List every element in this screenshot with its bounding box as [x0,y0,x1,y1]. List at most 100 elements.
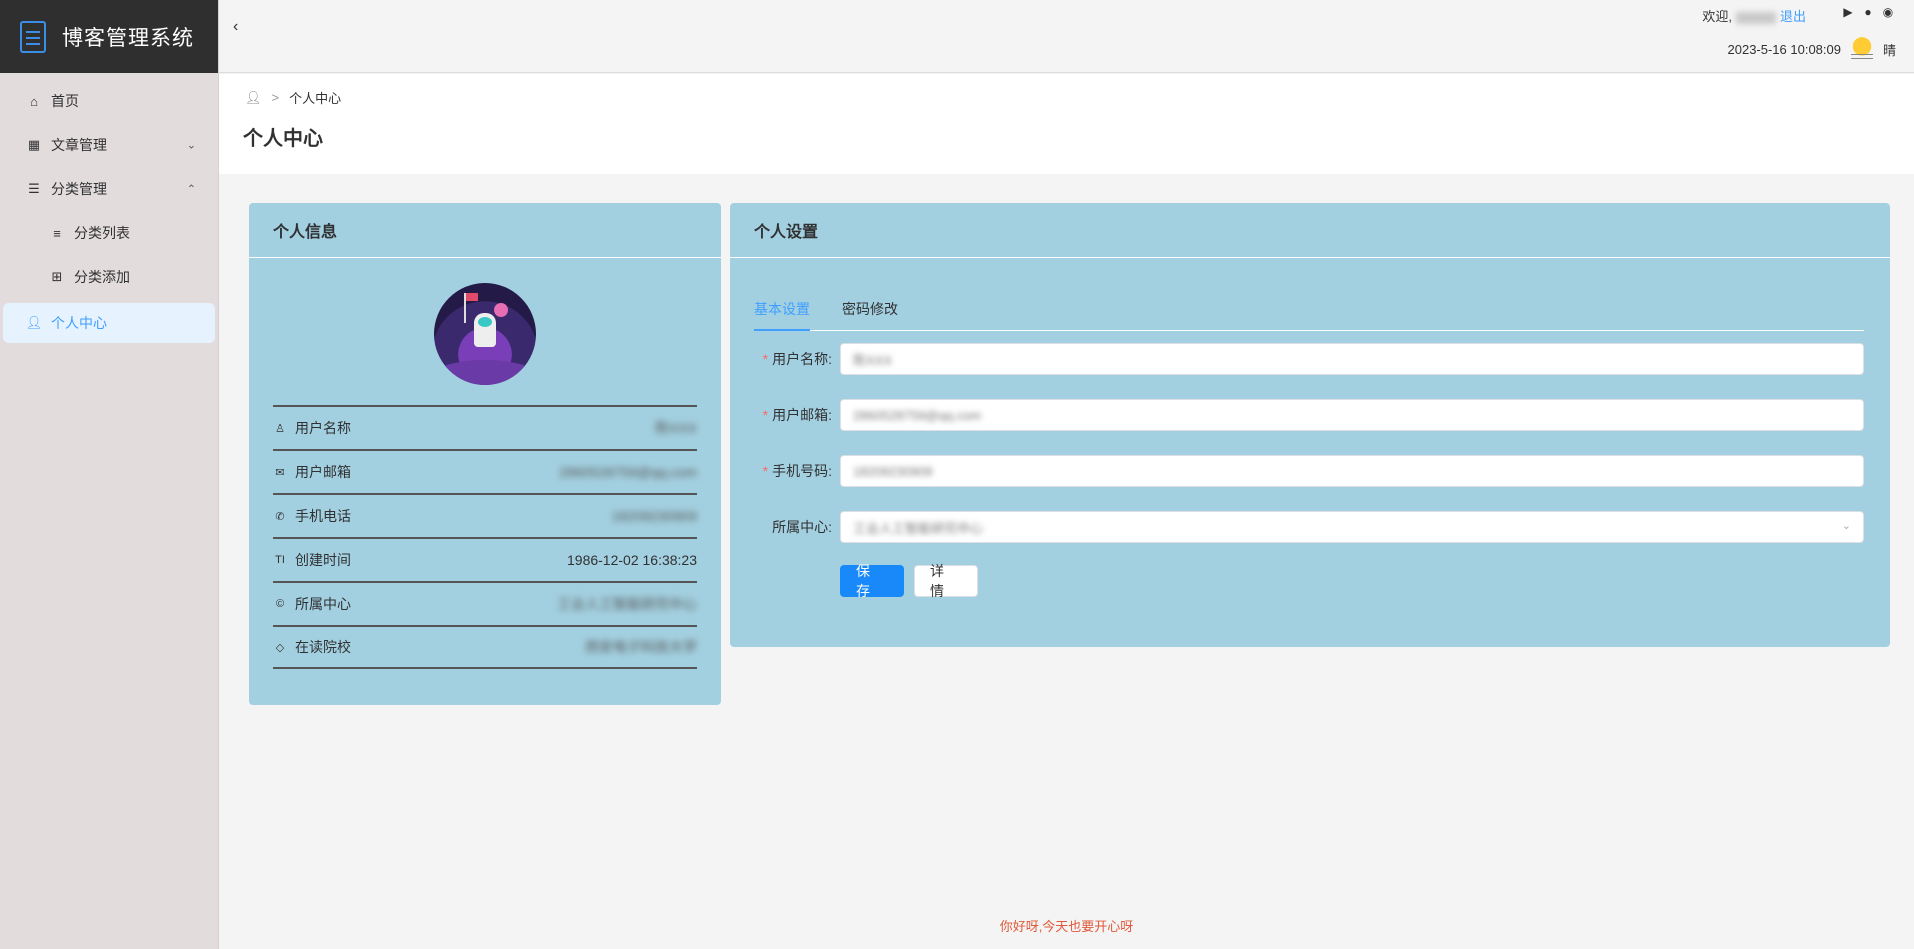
grid-icon: ▦ [27,137,41,152]
profile-info-list: ♙ 用户名称 陈XXX ✉ 用户邮箱 2860528759@qq.com ✆ 手… [273,405,697,669]
info-value: 陈XXX [654,420,697,436]
info-value: 18209230909 [611,508,697,524]
settings-tabs: 基本设置 密码修改 [754,293,1864,331]
list-icon: ≡ [53,225,61,241]
chevron-down-icon: ⌄ [186,139,196,152]
field-value: 陈XXX [853,352,893,368]
breadcrumb: 👤︎ > 个人中心 [245,88,341,107]
datetime: 2023-5-16 10:08:09 [1727,41,1841,57]
tag-icon: ◇ [275,641,285,654]
username-blurred [1735,11,1776,24]
page-header: 👤︎ > 个人中心 个人中心 [219,74,1914,174]
mail-icon: ✉ [275,466,285,479]
field-value: 2860528759@qq.com [853,407,982,423]
form-row-username: * 用户名称: 陈XXX [754,343,1864,375]
required-marker: * [762,351,769,367]
sidebar: 博客管理系统 ⌂ 首页 ▦ 文章管理 ⌄ ☰ 分类管理 ⌃ ≡ 分类列表 ⊞ 分… [0,0,219,949]
sidebar-item-category-list[interactable]: ≡ 分类列表 [0,211,218,255]
sidebar-item-label: 分类添加 [74,269,130,285]
sidebar-menu: ⌂ 首页 ▦ 文章管理 ⌄ ☰ 分类管理 ⌃ ≡ 分类列表 ⊞ 分类添加 👤︎ … [0,73,218,343]
welcome-area: 欢迎, 退出 [1702,6,1806,25]
info-label: 手机电话 [295,508,351,524]
sidebar-item-label: 分类管理 [51,181,107,197]
phone-field[interactable]: 18209230909 [840,455,1864,487]
username-field[interactable]: 陈XXX [840,343,1864,375]
info-label: 在读院校 [295,639,351,655]
sidebar-item-profile[interactable]: 👤︎ 个人中心 [3,303,215,343]
avatar-planet [494,303,508,317]
sidebar-item-articles[interactable]: ▦ 文章管理 ⌄ [0,123,218,167]
email-field[interactable]: 2860528759@qq.com [840,399,1864,431]
breadcrumb-current: 个人中心 [289,91,342,106]
info-value: 2860528759@qq.com [559,464,697,480]
detail-button[interactable]: 详 情 [914,563,978,599]
form-label-text: 用户名称: [772,351,832,367]
sidebar-item-home[interactable]: ⌂ 首页 [0,79,218,123]
weibo-icon[interactable]: ◉ [1880,5,1896,19]
info-row-email: ✉ 用户邮箱 2860528759@qq.com [273,449,697,493]
copyright-icon: © [275,598,285,610]
add-grid-icon: ⊞ [51,269,63,284]
page-title: 个人中心 [243,128,323,150]
sun-haze-icon [1848,36,1875,62]
weather-text: 晴 [1882,42,1896,58]
settings-card-title: 个人设置 [730,203,1890,258]
sidebar-item-category-add[interactable]: ⊞ 分类添加 [0,255,218,299]
info-label: 用户名称 [295,420,351,436]
tab-password-change[interactable]: 密码修改 [842,293,898,330]
logout-link[interactable]: 退出 [1780,9,1806,24]
list-indent-icon: ☰ [28,181,40,196]
profile-card: 个人信息 ♙ 用户名称 陈XXX ✉ 用户邮箱 2860528759@qq.co… [249,203,721,705]
required-marker: * [762,463,769,479]
form-label: * 用户邮箱: [754,405,840,425]
document-logo-icon [20,20,46,53]
info-row-center: © 所属中心 工业人工智能研究中心 [273,581,697,625]
sidebar-item-categories[interactable]: ☰ 分类管理 ⌃ [0,167,218,211]
settings-card: 个人设置 基本设置 密码修改 * 用户名称: 陈XXX * 用户邮箱: 286052… [730,203,1890,647]
field-value: 18209230909 [853,463,933,479]
form-label: * 手机号码: [754,461,840,481]
info-label: 创建时间 [295,552,351,568]
form-row-phone: * 手机号码: 18209230909 [754,455,1864,487]
info-label: 用户邮箱 [295,464,351,480]
social-links: ▶ ● ◉ [1840,5,1896,19]
info-row-created: TI 创建时间 1986-12-02 16:38:23 [273,537,697,581]
user-outline-icon: ♙ [275,422,285,435]
user-icon[interactable]: 👤︎ [245,90,262,106]
github-icon[interactable]: ● [1860,5,1876,19]
info-value: 1986-12-02 16:38:23 [567,552,697,568]
tab-basic-settings[interactable]: 基本设置 [754,293,810,331]
profile-card-title: 个人信息 [249,203,721,258]
chevron-down-icon: ⌄ [1841,520,1851,532]
chevron-up-icon: ⌃ [186,183,196,196]
field-value: 工业人工智能研究中心 [853,520,984,536]
info-row-username: ♙ 用户名称 陈XXX [273,405,697,449]
save-button[interactable]: 保 存 [840,563,904,599]
info-row-school: ◇ 在读院校 西安电子科技大学 [273,625,697,669]
form-buttons: 保 存 详 情 [754,563,1864,599]
user-icon: 👤︎ [25,315,43,330]
time-weather: 2023-5-16 10:08:09 晴 [1727,36,1896,62]
text-icon: TI [275,554,285,566]
form-row-center: 所属中心: 工业人工智能研究中心 ⌄ [754,511,1864,543]
avatar-astronaut [474,313,496,347]
info-row-phone: ✆ 手机电话 18209230909 [273,493,697,537]
youtube-icon[interactable]: ▶ [1840,5,1856,19]
form-label-text: 手机号码: [772,463,832,479]
form-label-text: 用户邮箱: [772,407,832,423]
sidebar-item-label: 首页 [51,93,79,109]
avatar-flag [464,293,478,323]
sidebar-item-label: 文章管理 [51,137,107,153]
avatar [434,283,536,385]
top-header: ‹ 欢迎, 退出 ▶ ● ◉ 2023-5-16 10:08:09 晴 [219,0,1914,73]
avatar-ground [434,360,536,385]
breadcrumb-separator: > [271,90,280,105]
collapse-sidebar-button[interactable]: ‹ [233,18,238,36]
app-title: 博客管理系统 [62,26,194,50]
phone-icon: ✆ [275,510,285,523]
form-label: * 用户名称: [754,349,840,369]
footer-greeting: 你好呀,今天也要开心呀 [999,919,1134,934]
form-label-text: 所属中心: [772,519,832,535]
required-marker: * [762,407,769,423]
center-select[interactable]: 工业人工智能研究中心 ⌄ [840,511,1864,543]
